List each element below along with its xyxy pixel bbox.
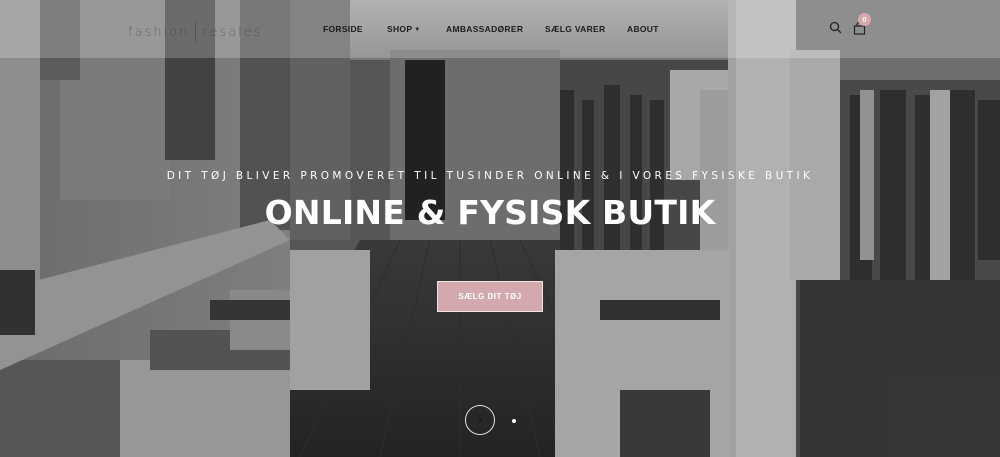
- hero-subtitle: DIT TØJ BLIVER PROMOVERET TIL TUSINDER O…: [166, 170, 814, 182]
- nav-item-saelg-varer[interactable]: SÆLG VARER: [545, 24, 605, 34]
- hero-title: ONLINE & FYSISK BUTIK: [264, 193, 716, 232]
- nav-item-forside[interactable]: FORSIDE: [323, 24, 363, 34]
- slide-indicator-active[interactable]: [465, 405, 495, 435]
- search-icon[interactable]: [829, 21, 842, 34]
- chevron-down-icon: ▼: [414, 27, 421, 33]
- nav-item-shop[interactable]: SHOP ▼: [387, 24, 421, 34]
- site-header: fashion resales FORSIDE SHOP ▼ AMBASSADØR…: [0, 0, 1000, 58]
- cart-count-badge: 0: [858, 13, 871, 26]
- nav-item-shop-label: SHOP: [387, 24, 413, 34]
- slide-indicator-center: [479, 419, 482, 422]
- main-nav: FORSIDE SHOP ▼ AMBASSADØRER SÆLG VARER AB…: [0, 24, 1000, 38]
- nav-item-about[interactable]: ABOUT: [627, 24, 659, 34]
- slide-indicator[interactable]: [512, 419, 516, 423]
- sell-clothes-button[interactable]: SÆLG DIT TØJ: [437, 281, 543, 312]
- nav-item-ambassadorer[interactable]: AMBASSADØRER: [446, 24, 523, 34]
